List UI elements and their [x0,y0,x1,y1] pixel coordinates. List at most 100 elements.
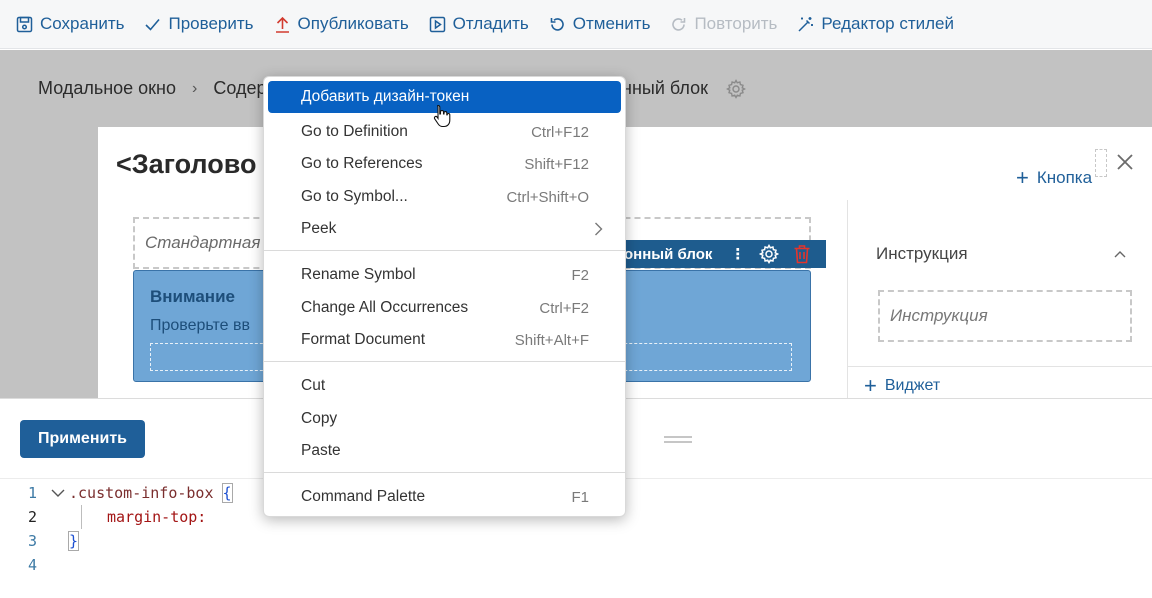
menu-item-shortcut: Shift+F12 [524,155,589,173]
menu-item-label: Change All Occurrences [301,299,469,316]
menu-item-label: Peek [301,220,337,237]
breadcrumb: Модальное окно › Содер [38,78,266,99]
add-button-label: Кнопка [1036,168,1093,187]
breadcrumb-item-block[interactable]: нный блок [622,78,708,99]
menu-item-shortcut: Ctrl+F2 [539,299,589,317]
code-line: 1 .custom-info-box { [0,481,233,505]
top-toolbar: Сохранить Проверить Опубликовать Отладит… [0,0,1152,49]
add-widget-button[interactable]: + Виджет [864,373,940,398]
instruction-input[interactable]: Инструкция [878,290,1132,342]
redo-icon [672,17,686,31]
instruction-label: Инструкция [876,244,968,263]
css-property: margin-top: [107,508,207,526]
selection-toolbar: онный блок ⋮ [616,240,826,268]
menu-item-label: Paste [301,442,341,459]
menu-item-rename-symbol[interactable]: Rename Symbol F2 [268,259,621,291]
menu-separator [264,361,625,362]
chevron-right-icon: › [192,79,198,97]
menu-item-label: Cut [301,377,326,394]
gear-icon[interactable] [726,79,746,99]
menu-item-command-palette[interactable]: Command Palette F1 [268,481,621,513]
add-widget-label: Виджет [884,377,941,394]
menu-item-change-all-occurrences[interactable]: Change All Occurrences Ctrl+F2 [268,292,621,324]
close-icon[interactable] [1116,153,1134,171]
breadcrumb-item-content[interactable]: Содер [213,78,266,99]
style-editor-label: Редактор стилей [821,14,954,33]
breadcrumb-item-modal[interactable]: Модальное окно [38,78,176,99]
checkmark-icon [145,18,161,31]
style-editor-button[interactable]: Редактор стилей [797,0,954,49]
play-box-icon [429,16,445,32]
menu-item-format-document[interactable]: Format Document Shift+Alt+F [268,324,621,356]
line-number: 2 [27,508,37,526]
info-title: Внимание [150,287,235,306]
fold-chevron-icon[interactable] [47,481,69,505]
menu-item-shortcut: Shift+Alt+F [514,331,589,349]
menu-separator [264,472,625,473]
redo-button[interactable]: Повторить [670,0,777,49]
menu-item-cut[interactable]: Cut [268,370,621,402]
close-brace: } [67,531,80,551]
menu-item-shortcut: F2 [571,266,589,284]
menu-item-copy[interactable]: Copy [268,403,621,435]
css-selector: .custom-info-box [69,484,214,502]
upload-arrow-icon [275,16,289,33]
check-label: Проверить [168,14,254,33]
indent-guide [81,505,82,529]
drop-zone [1095,149,1107,177]
magic-wand-icon [798,16,814,32]
menu-item-shortcut: Ctrl+F12 [531,123,589,141]
menu-item-label: Command Palette [301,488,426,505]
plus-icon: + [1016,165,1029,190]
line-number: 3 [27,532,37,550]
side-panel: Инструкция Инструкция + Виджет [847,200,1152,398]
save-label: Сохранить [40,14,125,33]
code-line: 2 margin-top: [0,505,232,529]
divider [848,366,1152,367]
publish-button[interactable]: Опубликовать [274,0,409,49]
menu-item-go-to-symbol[interactable]: Go to Symbol... Ctrl+Shift+O [268,181,621,213]
menu-item-paste[interactable]: Paste [268,435,621,467]
save-icon [16,16,33,32]
menu-item-shortcut: Ctrl+Shift+O [506,188,589,206]
code-editor[interactable]: 1 .custom-info-box { 2 margin-top: 3 } 4 [0,481,233,577]
menu-item-peek[interactable]: Peek [268,213,621,245]
open-brace: { [221,483,233,503]
undo-label: Отменить [572,14,651,33]
code-line: 3 } [0,529,232,553]
menu-item-label: Rename Symbol [301,266,416,283]
line-number: 4 [27,556,37,574]
menu-item-label: Go to References [301,155,423,172]
context-menu: Добавить дизайн-токен Go to Definition C… [263,76,626,517]
debug-button[interactable]: Отладить [429,0,529,49]
menu-item-label: Go to Symbol... [301,188,408,205]
chevron-right-icon [595,222,603,236]
add-button-button[interactable]: + Кнопка [1016,165,1092,191]
info-text: Проверьте вв [150,317,250,334]
line-number: 1 [27,484,37,502]
undo-icon [550,17,564,31]
more-vertical-icon[interactable]: ⋮ [730,245,745,263]
menu-item-go-to-references[interactable]: Go to References Shift+F12 [268,148,621,180]
trash-icon[interactable] [793,244,811,264]
chevron-up-icon[interactable] [1114,250,1126,258]
undo-button[interactable]: Отменить [549,0,651,49]
save-button[interactable]: Сохранить [16,0,124,49]
menu-item-label: Format Document [301,331,426,348]
publish-label: Опубликовать [297,14,409,33]
menu-item-shortcut: F1 [571,488,589,506]
menu-item-label: Copy [301,410,338,427]
apply-button[interactable]: Применить [20,420,145,458]
resize-handle[interactable] [664,436,692,443]
hand-cursor-icon [433,104,451,128]
redo-label: Повторить [694,14,778,33]
code-line: 4 [0,553,232,577]
plus-icon: + [864,373,877,398]
debug-label: Отладить [452,14,529,33]
check-button[interactable]: Проверить [144,0,254,49]
modal-title[interactable]: <Заголово [116,149,256,180]
gear-icon[interactable] [759,244,780,264]
menu-item-label: Go to Definition [301,123,408,140]
selection-label: онный блок [624,245,713,263]
menu-separator [264,250,625,251]
